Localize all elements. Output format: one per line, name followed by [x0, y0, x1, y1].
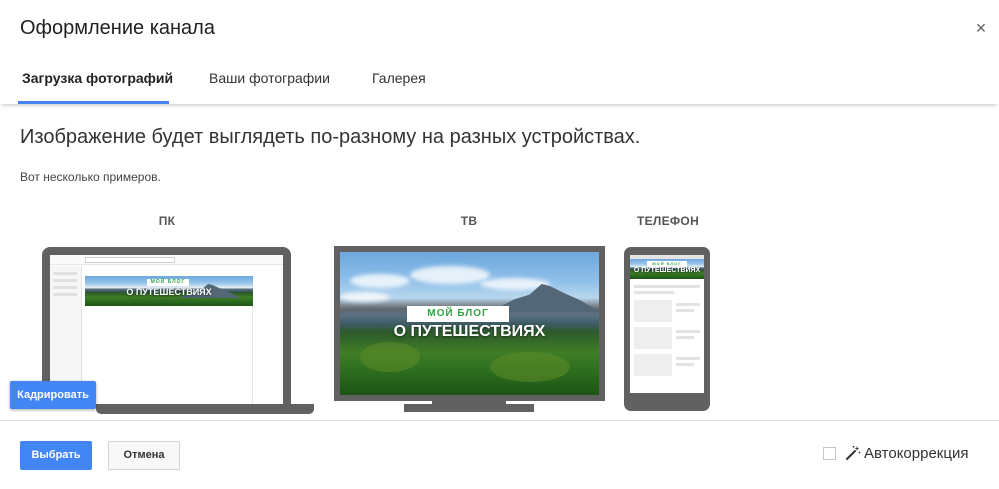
phone-screen-content: МОЙ БЛОГ О ПУТЕШЕСТВИЯХ — [630, 255, 704, 393]
tv-banner-preview: МОЙ БЛОГ О ПУТЕШЕСТВИЯХ — [340, 252, 599, 395]
tab-upload-photos[interactable]: Загрузка фотографий — [22, 70, 173, 86]
footer-divider — [0, 420, 999, 421]
banner-top-text: МОЙ БЛОГ — [407, 306, 509, 322]
tv-stand — [404, 404, 534, 412]
pc-banner-preview: МОЙ БЛОГ О ПУТЕШЕСТВИЯХ — [85, 276, 253, 306]
channel-art-dialog: Оформление канала × Загрузка фотографий … — [0, 0, 999, 489]
crop-button[interactable]: Кадрировать — [10, 381, 96, 409]
select-button[interactable]: Выбрать — [20, 441, 92, 470]
phone-banner-preview: МОЙ БЛОГ О ПУТЕШЕСТВИЯХ — [630, 259, 704, 279]
autocorrect-checkbox[interactable] — [823, 446, 836, 460]
autocorrect-toggle[interactable]: Автокоррекция — [823, 443, 968, 463]
tab-bar: Загрузка фотографий Ваши фотографии Гале… — [0, 56, 999, 104]
banner-main-text: О ПУТЕШЕСТВИЯХ — [393, 323, 546, 340]
laptop-base — [96, 404, 314, 414]
tab-gallery[interactable]: Галерея — [372, 70, 426, 86]
banner-main-text: О ПУТЕШЕСТВИЯХ — [633, 267, 701, 274]
close-icon[interactable]: × — [972, 19, 990, 37]
tv-preview: МОЙ БЛОГ О ПУТЕШЕСТВИЯХ — [334, 246, 605, 401]
device-label-pc: ПК — [158, 214, 176, 228]
active-tab-indicator — [18, 101, 169, 104]
mini-browser-topbar — [50, 255, 283, 265]
preview-heading: Изображение будет выглядеть по-разному н… — [20, 126, 641, 148]
autocorrect-label: Автокоррекция — [864, 444, 969, 462]
banner-top-text: МОЙ БЛОГ — [147, 279, 189, 286]
device-label-tv: ТВ — [460, 214, 478, 228]
mini-search-bar — [85, 257, 175, 263]
preview-subtext: Вот несколько примеров. — [20, 170, 161, 184]
device-label-phone: ТЕЛЕФОН — [636, 214, 700, 228]
phone-preview: МОЙ БЛОГ О ПУТЕШЕСТВИЯХ — [624, 247, 710, 411]
cancel-button[interactable]: Отмена — [108, 441, 180, 470]
banner-main-text: О ПУТЕШЕСТВИЯХ — [126, 287, 212, 297]
dialog-title: Оформление канала — [20, 17, 215, 39]
tab-your-photos[interactable]: Ваши фотографии — [209, 70, 330, 86]
magic-wand-icon — [846, 445, 861, 460]
